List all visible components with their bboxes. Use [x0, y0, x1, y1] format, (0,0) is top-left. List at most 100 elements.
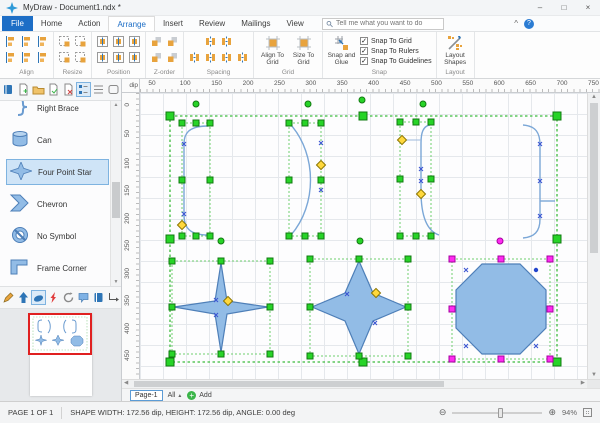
zoom-out-icon[interactable]: ⊖ — [439, 407, 447, 418]
all-pages-dropdown[interactable]: All ▲ — [168, 392, 183, 399]
tab-action[interactable]: Action — [70, 16, 108, 31]
scroll-up-icon[interactable]: ▲ — [588, 94, 600, 100]
align-centers-icon[interactable] — [20, 35, 33, 48]
thumbnails-view-icon[interactable] — [107, 83, 120, 96]
canvas-svg[interactable]: .selbox{fill:none;stroke:#6fcf6f;stroke-… — [140, 93, 587, 379]
icons-view-icon[interactable] — [77, 83, 90, 96]
position-top-icon[interactable] — [96, 51, 109, 64]
decrease-horizontal-spacing-icon[interactable] — [204, 51, 217, 64]
bring-to-front-icon[interactable] — [150, 35, 163, 48]
v-ruler-tick: 50 — [124, 130, 131, 137]
shape-item-chevron[interactable]: Chevron — [6, 191, 109, 217]
tab-insert[interactable]: Insert — [155, 16, 191, 31]
delete-document-icon[interactable] — [62, 83, 75, 96]
bring-forward-icon[interactable] — [166, 35, 179, 48]
page-tab[interactable]: Page-1 — [130, 390, 163, 401]
checkbox-snap-to-rulers[interactable]: ✓Snap To Rulers — [360, 47, 432, 55]
book-icon[interactable] — [92, 291, 105, 304]
make-same-height-icon[interactable] — [74, 35, 87, 48]
connector-icon[interactable] — [107, 291, 120, 304]
vertical-scrollbar[interactable]: ▲ ▼ — [587, 93, 600, 379]
increase-vertical-spacing-icon[interactable] — [220, 51, 233, 64]
page-thumbnail[interactable] — [30, 314, 92, 396]
arrow-up-icon[interactable] — [17, 291, 30, 304]
zoom-slider[interactable] — [452, 412, 542, 414]
tab-view[interactable]: View — [279, 16, 312, 31]
scroll-left-icon[interactable]: ◀ — [124, 380, 128, 386]
scrollbar-thumb[interactable] — [112, 182, 120, 218]
h-ruler-tick: 500 — [431, 80, 442, 87]
increase-horizontal-spacing-icon[interactable] — [188, 51, 201, 64]
search-input[interactable] — [336, 20, 440, 27]
space-shapes-down-icon[interactable] — [220, 35, 233, 48]
tab-arrange[interactable]: Arrange — [108, 16, 154, 31]
lightning-icon[interactable] — [47, 291, 60, 304]
size-to-grid-button[interactable]: Size To Grid — [289, 35, 318, 66]
size-to-content-icon[interactable] — [74, 51, 87, 64]
align-tops-icon[interactable] — [4, 51, 17, 64]
tab-file[interactable]: File — [2, 16, 33, 31]
shape-tool-icon[interactable] — [32, 291, 45, 304]
snap-and-glue-button[interactable]: Snap and Glue — [327, 35, 356, 66]
shape-library-panel: ▼ Right Brace Can Four Point Star Chevron No… — [0, 79, 122, 401]
tab-mailings[interactable]: Mailings — [233, 16, 278, 31]
position-bottom-icon[interactable] — [128, 51, 141, 64]
help-icon[interactable]: ? — [524, 19, 534, 29]
shape-item-four-point-star[interactable]: Four Point Star — [6, 159, 109, 185]
position-right-icon[interactable] — [128, 35, 141, 48]
scroll-up-icon[interactable]: ▲ — [111, 102, 121, 108]
shape-list-scrollbar[interactable]: ▲ ▼ — [110, 101, 121, 286]
make-same-size-icon[interactable] — [58, 51, 71, 64]
tab-review[interactable]: Review — [191, 16, 233, 31]
group-resize: Resize — [54, 32, 92, 78]
comment-icon[interactable] — [77, 291, 90, 304]
scroll-down-icon[interactable]: ▼ — [111, 279, 121, 285]
checkbox-snap-to-guidelines[interactable]: ✓Snap To Guidelines — [360, 57, 432, 65]
tab-home[interactable]: Home — [33, 16, 70, 31]
shape-item-right-brace[interactable]: Right Brace — [6, 101, 109, 121]
add-page-button[interactable]: + Add — [187, 391, 211, 400]
make-same-width-icon[interactable] — [58, 35, 71, 48]
checkbox-snap-to-grid[interactable]: ✓Snap To Grid — [360, 37, 432, 45]
document-check-icon[interactable] — [47, 83, 60, 96]
maximize-button[interactable]: □ — [552, 0, 576, 16]
refresh-icon[interactable] — [62, 291, 75, 304]
close-button[interactable]: × — [576, 0, 600, 16]
send-to-back-icon[interactable] — [150, 51, 163, 64]
group-label-layout: Layout — [445, 68, 465, 78]
search-box[interactable] — [322, 18, 444, 30]
shape-item-frame-corner[interactable]: Frame Corner — [6, 255, 109, 281]
collapse-ribbon-icon[interactable]: ^ — [514, 19, 518, 28]
zoom-in-icon[interactable]: ⊕ — [548, 407, 556, 418]
position-middle-icon[interactable] — [112, 51, 125, 64]
shape-item-no-symbol[interactable]: No Symbol — [6, 223, 109, 249]
minimize-button[interactable]: – — [528, 0, 552, 16]
align-lefts-icon[interactable] — [4, 35, 17, 48]
edit-pencil-icon[interactable] — [2, 291, 15, 304]
list-view-icon[interactable] — [92, 83, 105, 96]
layout-shapes-button[interactable]: Layout Shapes — [441, 35, 470, 66]
shape-item-can[interactable]: Can — [6, 127, 109, 153]
align-middles-icon[interactable] — [20, 51, 33, 64]
scrollbar-thumb[interactable] — [590, 103, 598, 253]
send-backward-icon[interactable] — [166, 51, 179, 64]
align-to-grid-button[interactable]: Align To Grid — [258, 35, 287, 66]
new-document-icon[interactable] — [17, 83, 30, 96]
space-shapes-across-icon[interactable] — [204, 35, 217, 48]
decrease-vertical-spacing-icon[interactable] — [236, 51, 249, 64]
drawing-canvas[interactable]: .selbox{fill:none;stroke:#6fcf6f;stroke-… — [140, 93, 587, 379]
scrollbar-thumb[interactable] — [134, 381, 444, 387]
library-icon[interactable] — [2, 83, 15, 96]
horizontal-scrollbar[interactable]: ◀ ▶ — [122, 380, 587, 388]
align-bottoms-icon[interactable] — [36, 51, 49, 64]
open-folder-icon[interactable] — [32, 83, 45, 96]
fit-page-icon[interactable] — [583, 408, 592, 417]
scroll-down-icon[interactable]: ▼ — [588, 372, 600, 378]
position-center-icon[interactable] — [112, 35, 125, 48]
scroll-right-icon[interactable]: ▶ — [581, 380, 585, 386]
align-rights-icon[interactable] — [36, 35, 49, 48]
position-left-icon[interactable] — [96, 35, 109, 48]
zoom-slider-thumb[interactable] — [498, 408, 503, 418]
v-ruler-tick: 200 — [124, 213, 131, 224]
viewport-indicator[interactable] — [28, 313, 92, 355]
